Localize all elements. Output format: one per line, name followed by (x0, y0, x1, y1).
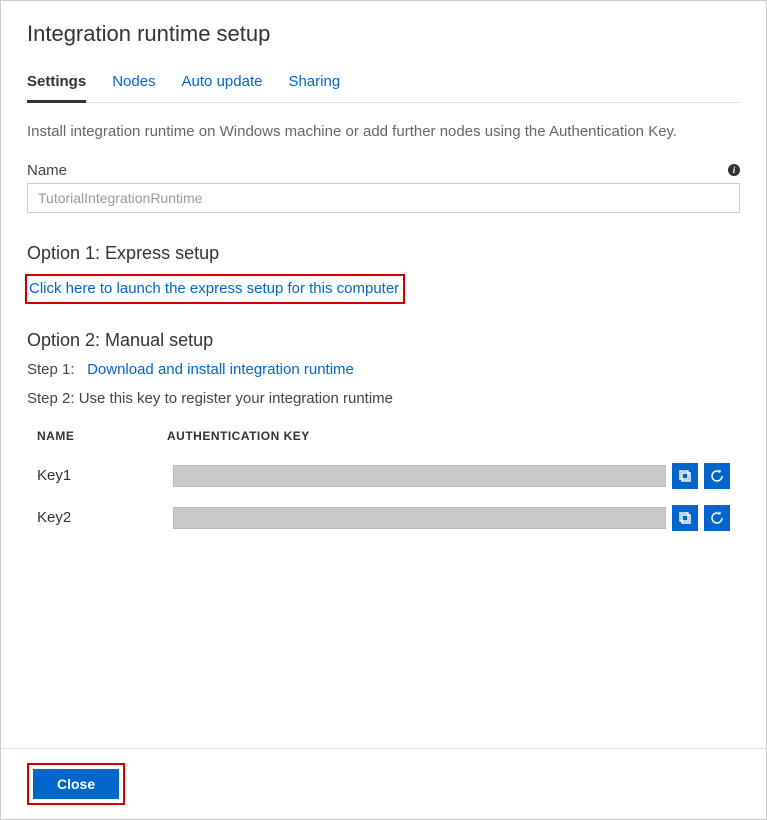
option2-heading: Option 2: Manual setup (27, 330, 740, 351)
key-value-masked[interactable] (173, 465, 666, 487)
name-label: Name (27, 162, 67, 179)
close-button-highlight: Close (27, 763, 125, 805)
key-value-masked[interactable] (173, 507, 666, 529)
download-link[interactable]: Download and install integration runtime (87, 361, 354, 378)
page-title: Integration runtime setup (27, 21, 740, 47)
copy-icon (677, 510, 693, 526)
refresh-icon (709, 510, 725, 526)
info-icon[interactable]: i (728, 164, 740, 176)
tab-auto-update[interactable]: Auto update (182, 67, 263, 103)
refresh-button[interactable] (704, 505, 730, 531)
step2-row: Step 2: Use this key to register your in… (27, 390, 740, 407)
step1-row: Step 1: Download and install integration… (27, 361, 740, 378)
key-name: Key2 (37, 509, 167, 526)
copy-icon (677, 468, 693, 484)
tab-settings[interactable]: Settings (27, 67, 86, 103)
key-row: Key1 (27, 455, 740, 497)
step1-label: Step 1: (27, 361, 75, 378)
refresh-button[interactable] (704, 463, 730, 489)
name-input[interactable] (27, 183, 740, 213)
copy-button[interactable] (672, 463, 698, 489)
express-setup-link[interactable]: Click here to launch the express setup f… (29, 280, 399, 297)
refresh-icon (709, 468, 725, 484)
close-button[interactable]: Close (33, 769, 119, 799)
tab-nodes[interactable]: Nodes (112, 67, 155, 103)
description-text: Install integration runtime on Windows m… (27, 121, 740, 144)
key-name: Key1 (37, 467, 167, 484)
option1-heading: Option 1: Express setup (27, 243, 740, 264)
column-name-header: NAME (37, 429, 167, 443)
footer: Close (1, 748, 766, 819)
tab-sharing[interactable]: Sharing (288, 67, 340, 103)
key-row: Key2 (27, 497, 740, 539)
keys-table: NAME AUTHENTICATION KEY Key1 Key2 (27, 423, 740, 539)
copy-button[interactable] (672, 505, 698, 531)
express-setup-highlight: Click here to launch the express setup f… (25, 274, 405, 304)
tab-bar: Settings Nodes Auto update Sharing (27, 67, 740, 103)
column-auth-header: AUTHENTICATION KEY (167, 429, 310, 443)
